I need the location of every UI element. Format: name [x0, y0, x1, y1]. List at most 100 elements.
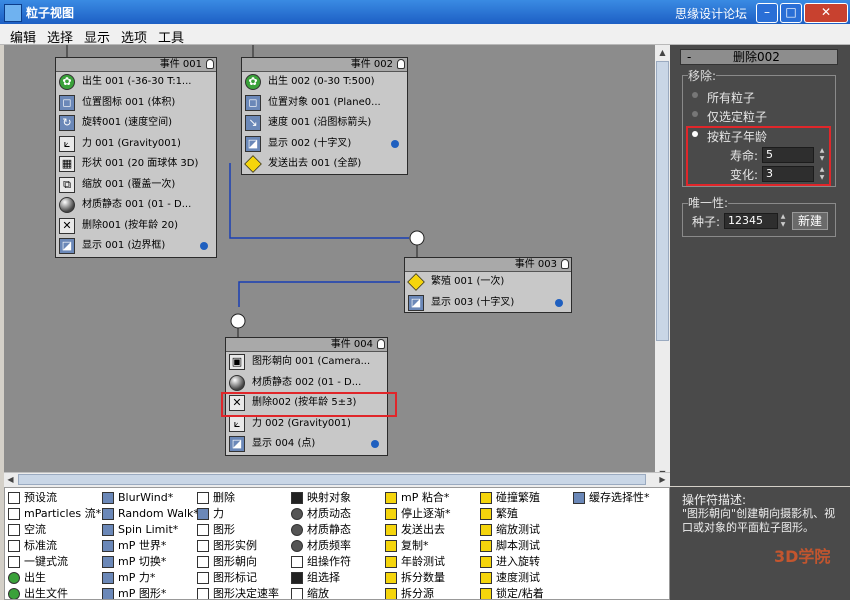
event-001[interactable]: 事件 001 ✿ 出生 001 (-36-30 T:1... ◻ 位置图标 001 … — [55, 57, 217, 258]
bulb-icon[interactable] — [561, 259, 569, 269]
operator-display[interactable]: ◪ 显示 002 (十字叉) — [242, 134, 407, 155]
event-title: 事件 003 — [514, 259, 557, 270]
seed-spinner-arrows-icon[interactable]: ▲ ▼ — [778, 213, 788, 229]
event4-input[interactable] — [230, 313, 246, 329]
remove-group-label: 移除: — [688, 67, 717, 84]
material-sphere-icon — [291, 540, 303, 552]
event-header[interactable]: 事件 002 — [242, 58, 407, 72]
operator-label: 删除001 (按年龄 20) — [82, 219, 178, 231]
event3-input[interactable] — [409, 230, 425, 246]
operator-scale[interactable]: ⧉ 缩放 001 (覆盖一次) — [56, 175, 216, 196]
rollout-title: 删除002 — [733, 50, 780, 64]
operator-label: 材质静态 002 (01 - D... — [252, 376, 362, 388]
test-icon — [480, 540, 492, 552]
operator-position-object[interactable]: ◻ 位置对象 001 (Plane0... — [242, 93, 407, 114]
highlight-box — [686, 126, 831, 186]
bulb-icon[interactable] — [377, 339, 385, 349]
event-003[interactable]: 事件 003 繁殖 001 (一次) ◪ 显示 003 (十字叉) — [404, 257, 572, 313]
operator-speed[interactable]: ↘ 速度 001 (沿图标箭头) — [242, 113, 407, 134]
menu-options[interactable]: 选项 — [121, 27, 147, 46]
operator-display[interactable]: ◪ 显示 001 (边界框) — [56, 236, 216, 257]
operator-rotation[interactable]: ↻ 旋转001 (速度空间) — [56, 113, 216, 134]
operator-display[interactable]: ◪ 显示 003 (十字叉) — [405, 293, 571, 314]
bulb-icon[interactable] — [397, 59, 405, 69]
uniqueness-group-label: 唯一性: — [688, 194, 729, 211]
seed-label: 种子: — [692, 215, 721, 229]
test-icon — [385, 556, 397, 568]
operator-icon — [102, 572, 114, 584]
operator-label: 显示 002 (十字叉) — [268, 137, 352, 149]
operator-delete[interactable]: ✕ 删除001 (按年龄 20) — [56, 216, 216, 237]
new-seed-button[interactable]: 新建 — [792, 212, 828, 230]
flow-icon — [8, 524, 20, 536]
force-icon: ⟀ — [229, 415, 245, 432]
event-header[interactable]: 事件 004 — [226, 338, 387, 352]
event-header[interactable]: 事件 003 — [405, 258, 571, 272]
speed-icon: ↘ — [245, 115, 261, 131]
shape-icon — [197, 572, 209, 584]
display-dot-icon — [371, 440, 379, 448]
display-icon: ◪ — [245, 135, 261, 152]
menu-bar: 编辑 选择 显示 选项 工具 — [0, 24, 850, 46]
send-out-icon — [244, 155, 262, 173]
wire-to-event4 — [238, 281, 400, 307]
operator-label: 材质静态 001 (01 - D... — [82, 199, 192, 210]
event-002[interactable]: 事件 002 ✿ 出生 002 (0-30 T:500) ◻ 位置对象 001 (P… — [241, 57, 408, 175]
material-sphere-icon — [291, 508, 303, 520]
particle-view-canvas[interactable]: 事件 001 ✿ 出生 001 (-36-30 T:1... ◻ 位置图标 001 … — [4, 45, 655, 481]
scroll-thumb[interactable] — [18, 474, 646, 485]
operator-birth[interactable]: ✿ 出生 002 (0-30 T:500) — [242, 72, 407, 93]
operator-position-icon[interactable]: ◻ 位置图标 001 (体积) — [56, 93, 216, 114]
material-sphere-icon — [229, 374, 245, 391]
spawn-icon — [407, 273, 425, 291]
test-icon — [385, 524, 397, 536]
rollout-header[interactable]: - 删除002 — [680, 49, 838, 65]
menu-select[interactable]: 选择 — [47, 27, 73, 46]
operator-material-static[interactable]: 材质静态 002 (01 - D... — [226, 373, 387, 394]
delete-icon — [197, 492, 209, 504]
bulb-icon[interactable] — [206, 59, 214, 69]
title-bar: 粒子视图 思缘设计论坛 www.MISSYUAN.COM – □ ✕ — [0, 0, 850, 36]
display-dot-icon — [391, 139, 399, 148]
operator-label: 缩放 001 (覆盖一次) — [82, 178, 176, 190]
close-button[interactable]: ✕ — [804, 3, 848, 23]
operator-label: 出生 001 (-36-30 T:1... — [82, 76, 192, 87]
description-header: 操作符描述: — [682, 493, 747, 507]
delete-icon: ✕ — [59, 217, 75, 234]
shape-icon — [197, 588, 209, 599]
window-title: 粒子视图 — [26, 6, 75, 20]
menu-edit[interactable]: 编辑 — [10, 27, 36, 46]
operator-material-static[interactable]: 材质静态 001 (01 - D... — [56, 195, 216, 216]
scroll-thumb[interactable] — [656, 61, 669, 341]
scale-icon — [291, 588, 303, 599]
operator-label: 显示 001 (边界框) — [82, 240, 166, 251]
operator-shape[interactable]: ▦ 形状 001 (20 面球体 3D) — [56, 154, 216, 175]
scroll-up-icon[interactable]: ▲ — [655, 45, 670, 60]
minimize-button[interactable]: – — [756, 3, 778, 23]
flow-icon — [8, 556, 20, 568]
operator-spawn[interactable]: 繁殖 001 (一次) — [405, 272, 571, 293]
vertical-scrollbar[interactable]: ▲ ▼ — [655, 45, 670, 481]
collapse-icon[interactable]: - — [687, 50, 691, 65]
scale-icon: ⧉ — [59, 176, 75, 193]
display-icon: ◪ — [229, 436, 245, 452]
operator-display[interactable]: ◪ 显示 004 (点) — [226, 434, 387, 455]
seed-spinner[interactable]: 12345 — [724, 213, 778, 229]
test-icon — [385, 492, 397, 504]
scroll-left-icon[interactable]: ◀ — [4, 473, 17, 487]
operator-shape-facing[interactable]: ▣ 图形朝向 001 (Camera... — [226, 352, 387, 373]
operator-birth[interactable]: ✿ 出生 001 (-36-30 T:1... — [56, 72, 216, 93]
operator-label: 旋转001 (速度空间) — [82, 117, 173, 128]
test-icon — [480, 588, 492, 599]
event-header[interactable]: 事件 001 — [56, 58, 216, 72]
horizontal-scrollbar[interactable]: ◀ ▶ — [4, 472, 670, 487]
scroll-right-icon[interactable]: ▶ — [656, 473, 669, 487]
maximize-button[interactable]: □ — [780, 3, 802, 23]
parameters-panel: - 删除002 移除: 所有粒子 仅选定粒子 按粒子年龄 寿命: 5 ▲ ▼ 变化… — [670, 45, 850, 486]
menu-tools[interactable]: 工具 — [158, 27, 184, 46]
operator-send-out[interactable]: 发送出去 001 (全部) — [242, 154, 407, 175]
operator-force[interactable]: ⟀ 力 001 (Gravity001) — [56, 134, 216, 155]
operator-label: 显示 004 (点) — [252, 438, 316, 449]
test-icon — [480, 508, 492, 520]
menu-display[interactable]: 显示 — [84, 27, 110, 46]
